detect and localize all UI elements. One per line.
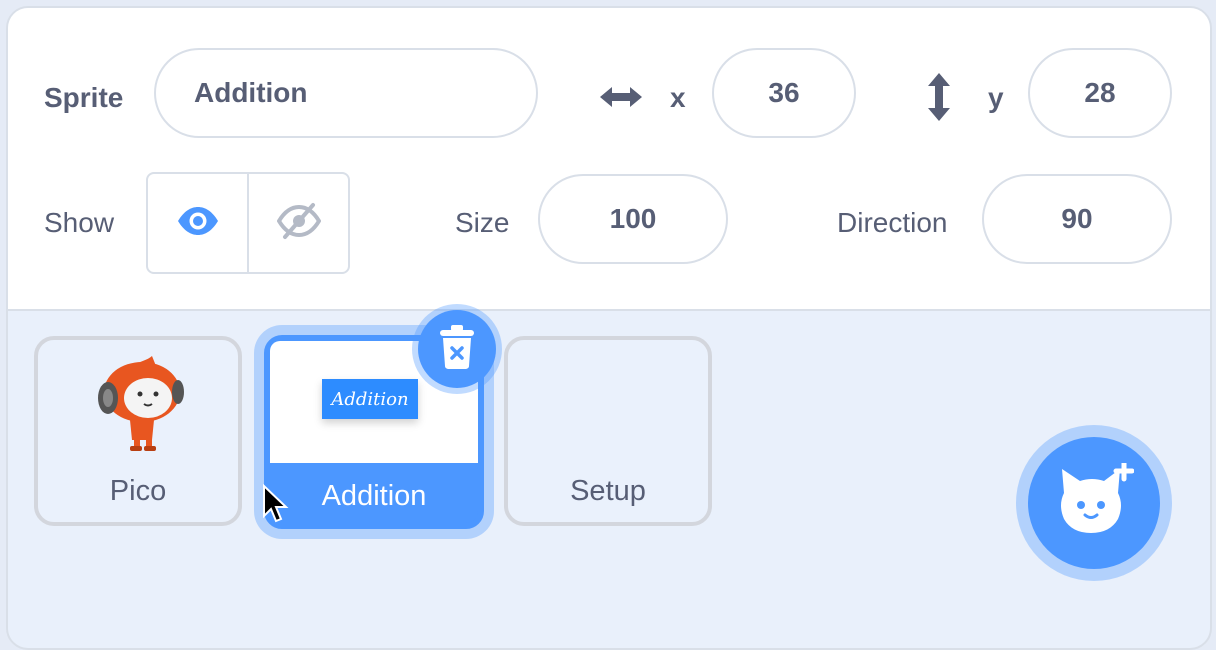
sprite-tile-setup[interactable]: Setup [504,336,712,526]
cat-add-icon [1054,460,1135,544]
x-position-input[interactable]: 36 [712,48,856,138]
y-position-input[interactable]: 28 [1028,48,1172,138]
show-visible-button[interactable] [148,174,247,272]
mouse-cursor-icon [262,483,290,529]
pico-sprite-thumbnail [96,350,186,457]
size-label: Size [455,207,510,238]
sprite-tile-label: Pico [109,475,167,507]
vertical-arrows-icon [924,70,954,129]
sprite-pane: Sprite Addition x 36 y 28 Show Size 100 … [6,6,1212,650]
direction-label: Direction [837,207,948,238]
show-toggle [146,172,350,274]
delete-sprite-button[interactable] [412,304,502,394]
y-label: y [988,82,1004,113]
sprite-label: Sprite [44,82,124,113]
sprite-name-input[interactable]: Addition [154,48,538,138]
show-hidden-button[interactable] [247,174,348,272]
add-sprite-button[interactable] [1016,425,1172,581]
costume-preview-label: Addition [322,379,418,419]
x-label: x [670,82,686,113]
show-label: Show [44,207,115,238]
trash-icon [437,324,477,375]
direction-input[interactable]: 90 [982,174,1172,264]
sprite-tile-pico[interactable]: Pico [34,336,242,526]
sprite-info-panel: Sprite Addition x 36 y 28 Show Size 100 … [8,8,1210,311]
eye-icon [176,205,220,242]
sprite-tile-label: Setup [570,475,646,507]
eye-slash-icon [276,201,321,246]
sprite-tile-label: Addition [321,480,427,512]
horizontal-arrows-icon [596,82,646,117]
size-input[interactable]: 100 [538,174,728,264]
